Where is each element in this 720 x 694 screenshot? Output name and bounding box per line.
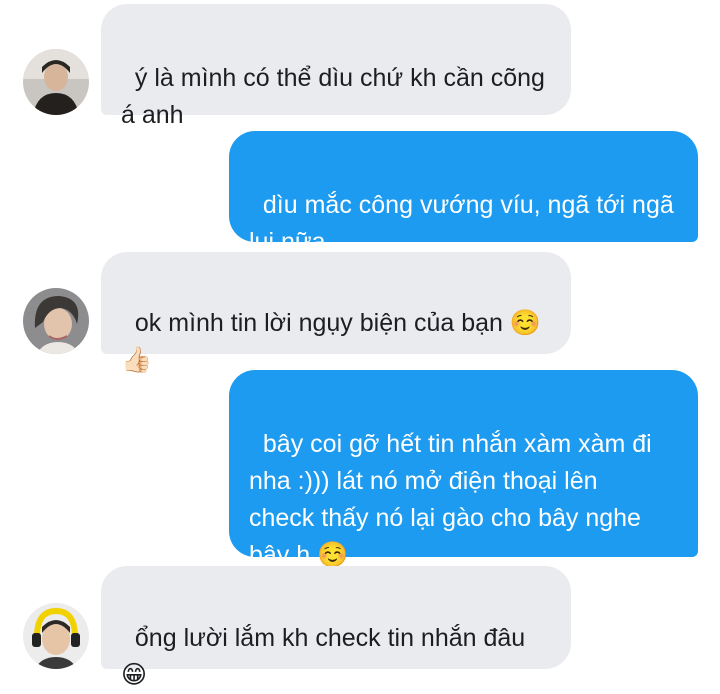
message-bubble-outgoing[interactable]: dìu mắc công vướng víu, ngã tới ngã lui …	[229, 131, 698, 256]
contact-avatar[interactable]	[23, 603, 89, 669]
message-bubble-incoming[interactable]: ý là mình có thể dìu chứ kh cần cõng á a…	[101, 4, 571, 129]
message-bubble-incoming[interactable]: ok mình tin lời ngụy biện của bạn ☺️ 👍🏻	[101, 252, 571, 374]
message-bubble-incoming[interactable]: ổng lười lắm kh check tin nhắn đâu 😁	[101, 566, 571, 689]
message-text: bây coi gỡ hết tin nhắn xàm xàm đi nha :…	[249, 430, 652, 569]
message-text: ổng lười lắm kh check tin nhắn đâu 😁	[121, 624, 526, 689]
person-photo-icon	[23, 49, 89, 115]
message-bubble-outgoing[interactable]: bây coi gỡ hết tin nhắn xàm xàm đi nha :…	[229, 370, 698, 569]
message-text: dìu mắc công vướng víu, ngã tới ngã lui …	[249, 191, 674, 256]
message-text: ý là mình có thể dìu chứ kh cần cõng á a…	[121, 64, 545, 129]
message-text: ok mình tin lời ngụy biện của bạn ☺️ 👍🏻	[121, 309, 541, 374]
person-with-headphones-icon	[23, 603, 89, 669]
contact-avatar[interactable]	[23, 288, 89, 354]
person-photo-icon	[23, 288, 89, 354]
contact-avatar[interactable]	[23, 49, 89, 115]
